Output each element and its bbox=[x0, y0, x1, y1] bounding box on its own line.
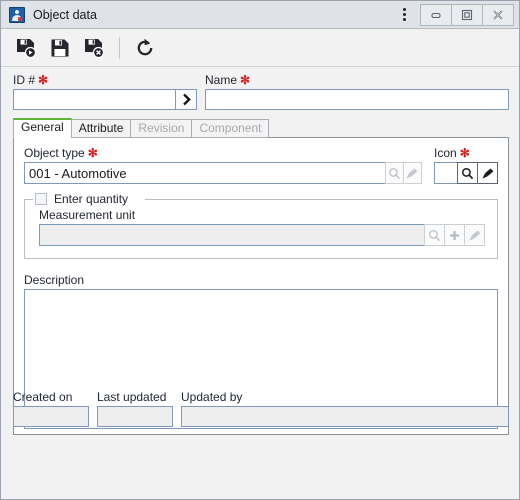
form-content: ID # ✻ Name ✻ General Attribute Revision… bbox=[1, 67, 519, 435]
tab-bar: General Attribute Revision Component bbox=[13, 118, 509, 138]
tab-revision: Revision bbox=[130, 119, 193, 138]
measurement-unit-plus-icon bbox=[444, 224, 465, 246]
object-type-magnifier-icon[interactable] bbox=[384, 162, 404, 184]
icon-input[interactable] bbox=[434, 162, 458, 184]
measurement-unit-magnifier-icon bbox=[424, 224, 445, 246]
measurement-unit-input bbox=[39, 224, 425, 246]
enter-quantity-header: Enter quantity bbox=[35, 191, 135, 207]
last-updated-group: Last updated bbox=[97, 390, 173, 427]
name-label: Name bbox=[205, 73, 238, 87]
created-on-group: Created on bbox=[13, 390, 89, 427]
icon-field-group: Icon ✻ bbox=[434, 146, 498, 184]
last-updated-label: Last updated bbox=[97, 390, 167, 404]
window-titlebar: Object data bbox=[1, 1, 519, 29]
save-and-new-button[interactable] bbox=[11, 33, 41, 63]
refresh-button[interactable] bbox=[130, 33, 160, 63]
name-field-group: Name ✻ bbox=[205, 73, 509, 110]
save-and-close-button[interactable] bbox=[79, 33, 109, 63]
id-required-marker: ✻ bbox=[38, 73, 49, 87]
icon-label-row: Icon ✻ bbox=[434, 146, 498, 160]
id-label: ID # bbox=[13, 73, 36, 87]
updated-by-input bbox=[181, 406, 509, 427]
last-updated-input bbox=[97, 406, 173, 427]
main-toolbar bbox=[1, 29, 519, 67]
object-type-label-row: Object type ✻ bbox=[24, 146, 422, 160]
updated-by-group: Updated by bbox=[181, 390, 509, 427]
record-metadata-footer: Created on Last updated Updated by bbox=[13, 390, 509, 427]
created-on-input bbox=[13, 406, 89, 427]
id-field-group: ID # ✻ bbox=[13, 73, 197, 110]
icon-magnifier-icon[interactable] bbox=[457, 162, 478, 184]
measurement-unit-label: Measurement unit bbox=[39, 208, 136, 222]
window-title: Object data bbox=[33, 7, 97, 22]
object-type-input[interactable] bbox=[24, 162, 386, 184]
close-button[interactable] bbox=[482, 3, 514, 26]
chevron-right-icon[interactable] bbox=[175, 89, 197, 110]
icon-required-marker: ✻ bbox=[459, 146, 470, 160]
icon-brush-icon[interactable] bbox=[477, 162, 498, 184]
identity-row: ID # ✻ Name ✻ bbox=[13, 73, 509, 110]
object-type-required-marker: ✻ bbox=[87, 146, 98, 160]
name-required-marker: ✻ bbox=[240, 73, 251, 87]
toolbar-separator bbox=[119, 36, 120, 59]
icon-label: Icon bbox=[434, 146, 457, 160]
enter-quantity-label: Enter quantity bbox=[54, 192, 129, 206]
name-label-row: Name ✻ bbox=[205, 73, 509, 87]
tab-attribute[interactable]: Attribute bbox=[70, 119, 132, 138]
updated-by-label: Updated by bbox=[181, 390, 243, 404]
object-type-brush-icon[interactable] bbox=[402, 162, 422, 184]
created-on-label: Created on bbox=[13, 390, 73, 404]
enter-quantity-checkbox[interactable] bbox=[35, 193, 47, 205]
window-controls bbox=[420, 3, 514, 26]
measurement-unit-row bbox=[39, 224, 485, 246]
maximize-button[interactable] bbox=[451, 3, 483, 26]
enter-quantity-groupbox: Enter quantity Measurement unit bbox=[24, 191, 498, 259]
minimize-button[interactable] bbox=[420, 3, 452, 26]
object-data-icon bbox=[9, 6, 25, 23]
name-input[interactable] bbox=[205, 89, 509, 110]
object-type-label: Object type bbox=[24, 146, 85, 160]
id-label-row: ID # ✻ bbox=[13, 73, 197, 87]
id-input[interactable] bbox=[13, 89, 175, 110]
object-type-group: Object type ✻ bbox=[24, 146, 422, 184]
tab-general[interactable]: General bbox=[13, 118, 72, 138]
save-button[interactable] bbox=[45, 33, 75, 63]
kebab-menu-icon[interactable] bbox=[393, 4, 415, 26]
measurement-unit-brush-icon bbox=[464, 224, 485, 246]
tab-component: Component bbox=[191, 119, 270, 138]
object-data-window: Object data ID # ✻ Name ✻ General Attrib… bbox=[0, 0, 520, 500]
description-label: Description bbox=[24, 273, 85, 287]
object-type-row: Object type ✻ 001 - Automotive Icon ✻ bbox=[24, 146, 498, 184]
